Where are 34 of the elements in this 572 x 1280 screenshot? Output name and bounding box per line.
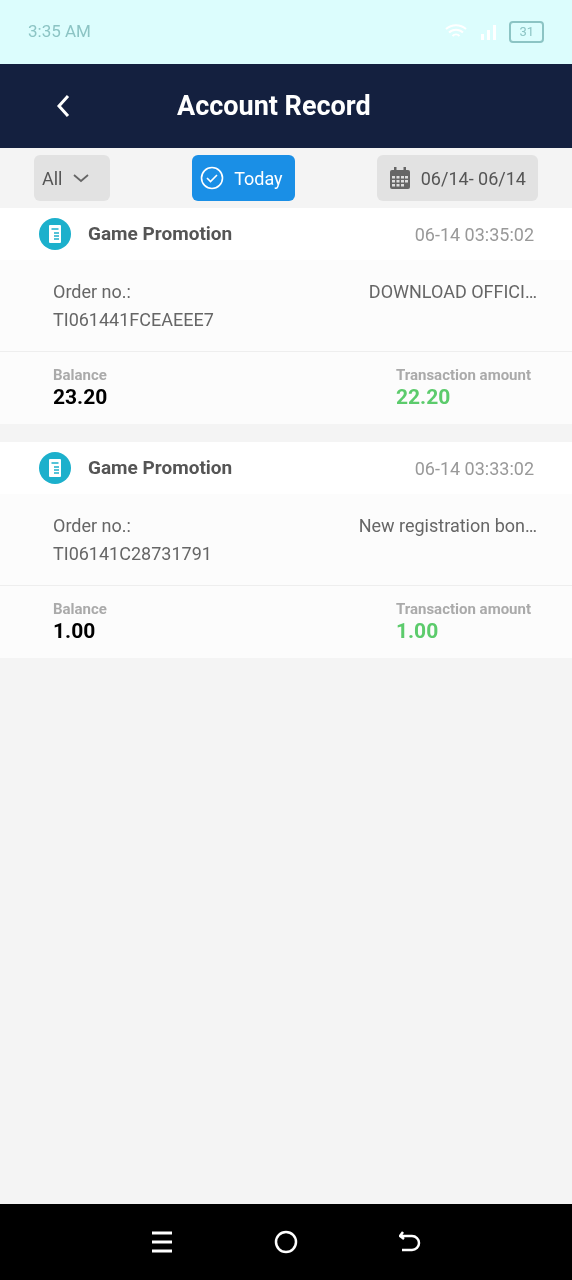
- amount-label: Transaction amount: [395, 600, 531, 618]
- check-circle-icon: [200, 166, 225, 190]
- amount-label: Transaction amount: [395, 366, 531, 384]
- status-time: 3:35 AM: [28, 20, 91, 44]
- order-label: Order no.:: [53, 514, 132, 538]
- balance-value: 1.00: [53, 618, 97, 644]
- order-label: Order no.:: [53, 280, 132, 304]
- signal-icon: [479, 24, 498, 40]
- battery-indicator: 31: [509, 21, 544, 43]
- calendar-icon: [388, 166, 411, 190]
- chevron-down-icon: [72, 173, 89, 183]
- home-icon[interactable]: [274, 1230, 298, 1254]
- menu-icon[interactable]: [150, 1230, 173, 1254]
- date-range-button[interactable]: 06/14- 06/14: [376, 155, 538, 201]
- receipt-icon: [38, 451, 72, 485]
- record-type: Game Promotion: [88, 454, 233, 481]
- page-title: Account Record: [177, 88, 371, 124]
- record-remark: DOWNLOAD OFFICI…: [368, 280, 537, 304]
- record-type: Game Promotion: [88, 220, 233, 247]
- balance-value: 23.20: [53, 384, 108, 410]
- amount-value: 1.00: [395, 618, 440, 644]
- order-number: TI061441FCEAEEE7: [53, 308, 214, 332]
- balance-label: Balance: [53, 600, 107, 618]
- amount-value: 22.20: [395, 384, 452, 410]
- receipt-icon: [38, 217, 72, 251]
- chevron-left-icon: [56, 94, 70, 118]
- order-number: TI06141C28731791: [53, 542, 212, 566]
- filter-button[interactable]: All: [34, 155, 110, 201]
- record-remark: New registration bon…: [358, 514, 537, 538]
- balance-label: Balance: [53, 366, 108, 384]
- record-time: 06-14 03:35:02: [414, 222, 534, 247]
- filter-button[interactable]: Today: [192, 155, 295, 201]
- record-time: 06-14 03:33:02: [414, 456, 534, 481]
- back-icon[interactable]: [399, 1230, 422, 1254]
